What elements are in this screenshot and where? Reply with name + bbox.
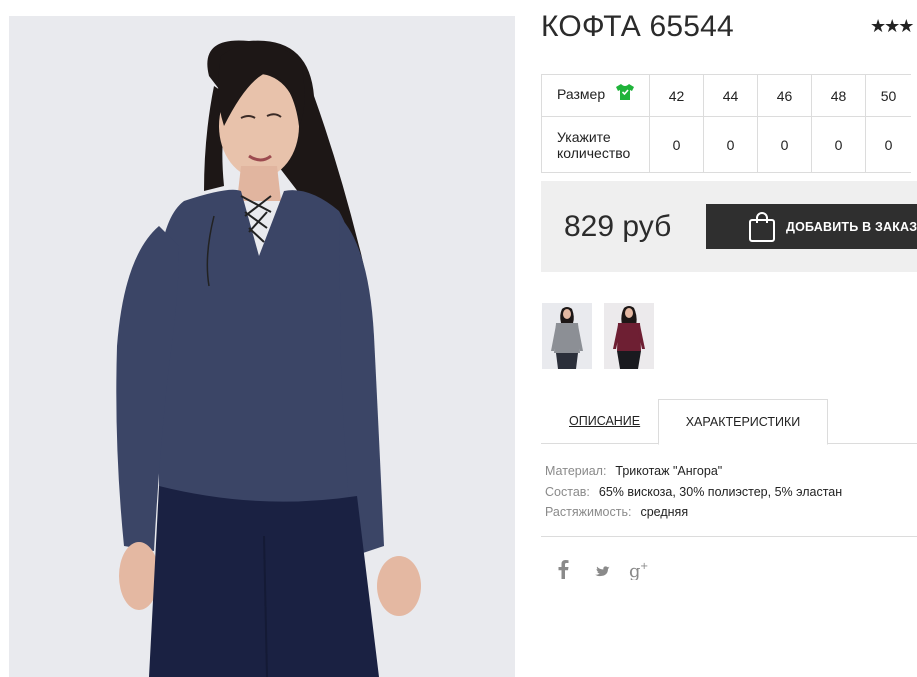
spec-key: Растяжимость: [545, 505, 632, 519]
spec-value: 65% вискоза, 30% полиэстер, 5% эластан [598, 484, 843, 499]
spec-row: Растяжимость: средняя [545, 502, 842, 523]
size-cell: 50 [865, 74, 911, 117]
size-row: Размер 42 44 46 48 50 [541, 74, 911, 117]
size-cell: 46 [757, 74, 812, 117]
spec-key: Материал: [545, 464, 607, 478]
spec-value: Трикотаж "Ангора" [615, 464, 723, 478]
product-title: КОФТА 65544 [541, 10, 734, 43]
svg-text:g: g [629, 561, 641, 580]
size-cell: 48 [811, 74, 866, 117]
size-label: Размер [557, 86, 606, 103]
add-to-order-button[interactable]: ДОБАВИТЬ В ЗАКАЗ [706, 204, 917, 249]
svg-text:+: + [640, 561, 648, 572]
specs-list: Материал: Трикотаж "Ангора" Состав: 65% ви… [545, 461, 842, 523]
quantity-input[interactable]: 0 [865, 116, 911, 173]
size-cell: 42 [649, 74, 704, 117]
spec-row: Материал: Трикотаж "Ангора" [545, 461, 842, 482]
size-label-cell: Размер [541, 74, 650, 117]
spec-row: Состав: 65% вискоза, 30% полиэстер, 5% эл… [545, 482, 842, 503]
twitter-icon[interactable] [593, 560, 610, 588]
product-price: 829 руб [564, 210, 672, 243]
size-table: Размер 42 44 46 48 50 Укажите количество… [541, 74, 911, 173]
spec-value: средняя [640, 505, 689, 519]
facebook-icon[interactable] [558, 560, 570, 585]
size-chart-shirt-icon[interactable] [615, 83, 635, 104]
social-divider [541, 536, 917, 537]
quantity-input[interactable]: 0 [811, 116, 866, 173]
tab-description[interactable]: ОПИСАНИЕ [569, 414, 640, 428]
add-to-order-label: ДОБАВИТЬ В ЗАКАЗ [786, 220, 917, 234]
size-cell: 44 [703, 74, 758, 117]
quantity-label: Укажите количество [541, 116, 650, 173]
quantity-input[interactable]: 0 [703, 116, 758, 173]
quantity-input[interactable]: 0 [757, 116, 812, 173]
quantity-input[interactable]: 0 [649, 116, 704, 173]
price-box: 829 руб ДОБАВИТЬ В ЗАКАЗ [541, 181, 917, 272]
product-main-image[interactable] [9, 16, 515, 677]
rating-stars: ★★★ [870, 16, 914, 36]
thumbnail-grey[interactable] [542, 303, 592, 369]
spec-key: Состав: [545, 484, 590, 499]
thumbnail-burgundy[interactable] [604, 303, 654, 369]
quantity-row: Укажите количество 0 0 0 0 0 [541, 116, 911, 173]
google-plus-icon[interactable]: g + [629, 560, 649, 585]
tab-characteristics[interactable]: ХАРАКТЕРИСТИКИ [658, 399, 828, 445]
shopping-bag-icon [748, 211, 776, 246]
